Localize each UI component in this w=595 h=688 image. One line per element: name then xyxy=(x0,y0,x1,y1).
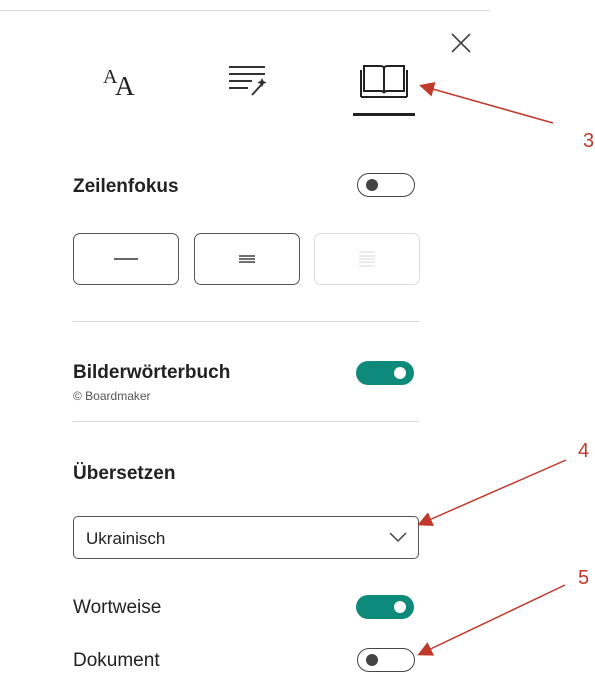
picture-dictionary-credit: © Boardmaker xyxy=(73,389,151,403)
top-divider xyxy=(0,10,490,11)
close-icon xyxy=(451,33,471,53)
active-tab-indicator xyxy=(353,113,415,116)
language-select[interactable]: Ukrainisch xyxy=(73,516,419,559)
annotation-callout-4: 4 xyxy=(578,440,590,462)
toggle-knob xyxy=(366,654,378,666)
line-focus-label: Zeilenfokus xyxy=(73,176,179,197)
tab-text-preferences[interactable]: A A xyxy=(83,55,153,117)
section-divider xyxy=(73,421,419,422)
annotation-arrow-3 xyxy=(419,82,554,124)
toggle-knob xyxy=(394,601,406,613)
annotation-arrow-5 xyxy=(417,584,566,656)
document-toggle[interactable] xyxy=(357,648,415,672)
word-by-word-toggle[interactable] xyxy=(356,595,414,619)
picture-dictionary-toggle[interactable] xyxy=(356,361,414,385)
line-focus-toggle[interactable] xyxy=(357,173,415,197)
annotation-arrow-4 xyxy=(417,459,567,527)
translate-label: Übersetzen xyxy=(73,463,176,484)
five-lines-icon xyxy=(359,251,375,267)
document-label: Dokument xyxy=(73,650,160,671)
annotation-callout-5: 5 xyxy=(578,567,590,589)
chevron-down-icon xyxy=(389,532,407,543)
tab-grammar-options[interactable] xyxy=(211,55,281,117)
close-button[interactable] xyxy=(448,30,474,56)
section-divider xyxy=(73,321,419,322)
text-options-icon xyxy=(229,66,267,96)
one-line-icon xyxy=(114,258,138,260)
toggle-knob xyxy=(366,179,378,191)
annotation-callout-3: 3 xyxy=(583,130,595,152)
picture-dictionary-label: Bilderwörterbuch xyxy=(73,362,231,383)
line-focus-five-lines-button[interactable] xyxy=(314,233,420,285)
word-by-word-label: Wortweise xyxy=(73,597,162,618)
line-focus-one-line-button[interactable] xyxy=(73,233,179,285)
tab-reading-preferences[interactable] xyxy=(348,55,418,117)
toggle-knob xyxy=(394,367,406,379)
text-size-icon: A A xyxy=(103,66,135,101)
svg-text:A: A xyxy=(115,71,135,101)
language-select-value: Ukrainisch xyxy=(86,529,166,548)
immersive-reader-panel: A A Zeilenfokus Bilderwörterbuch © Board… xyxy=(0,0,595,688)
line-focus-three-lines-button[interactable] xyxy=(194,233,300,285)
book-icon xyxy=(360,65,408,98)
three-lines-icon xyxy=(239,255,255,263)
